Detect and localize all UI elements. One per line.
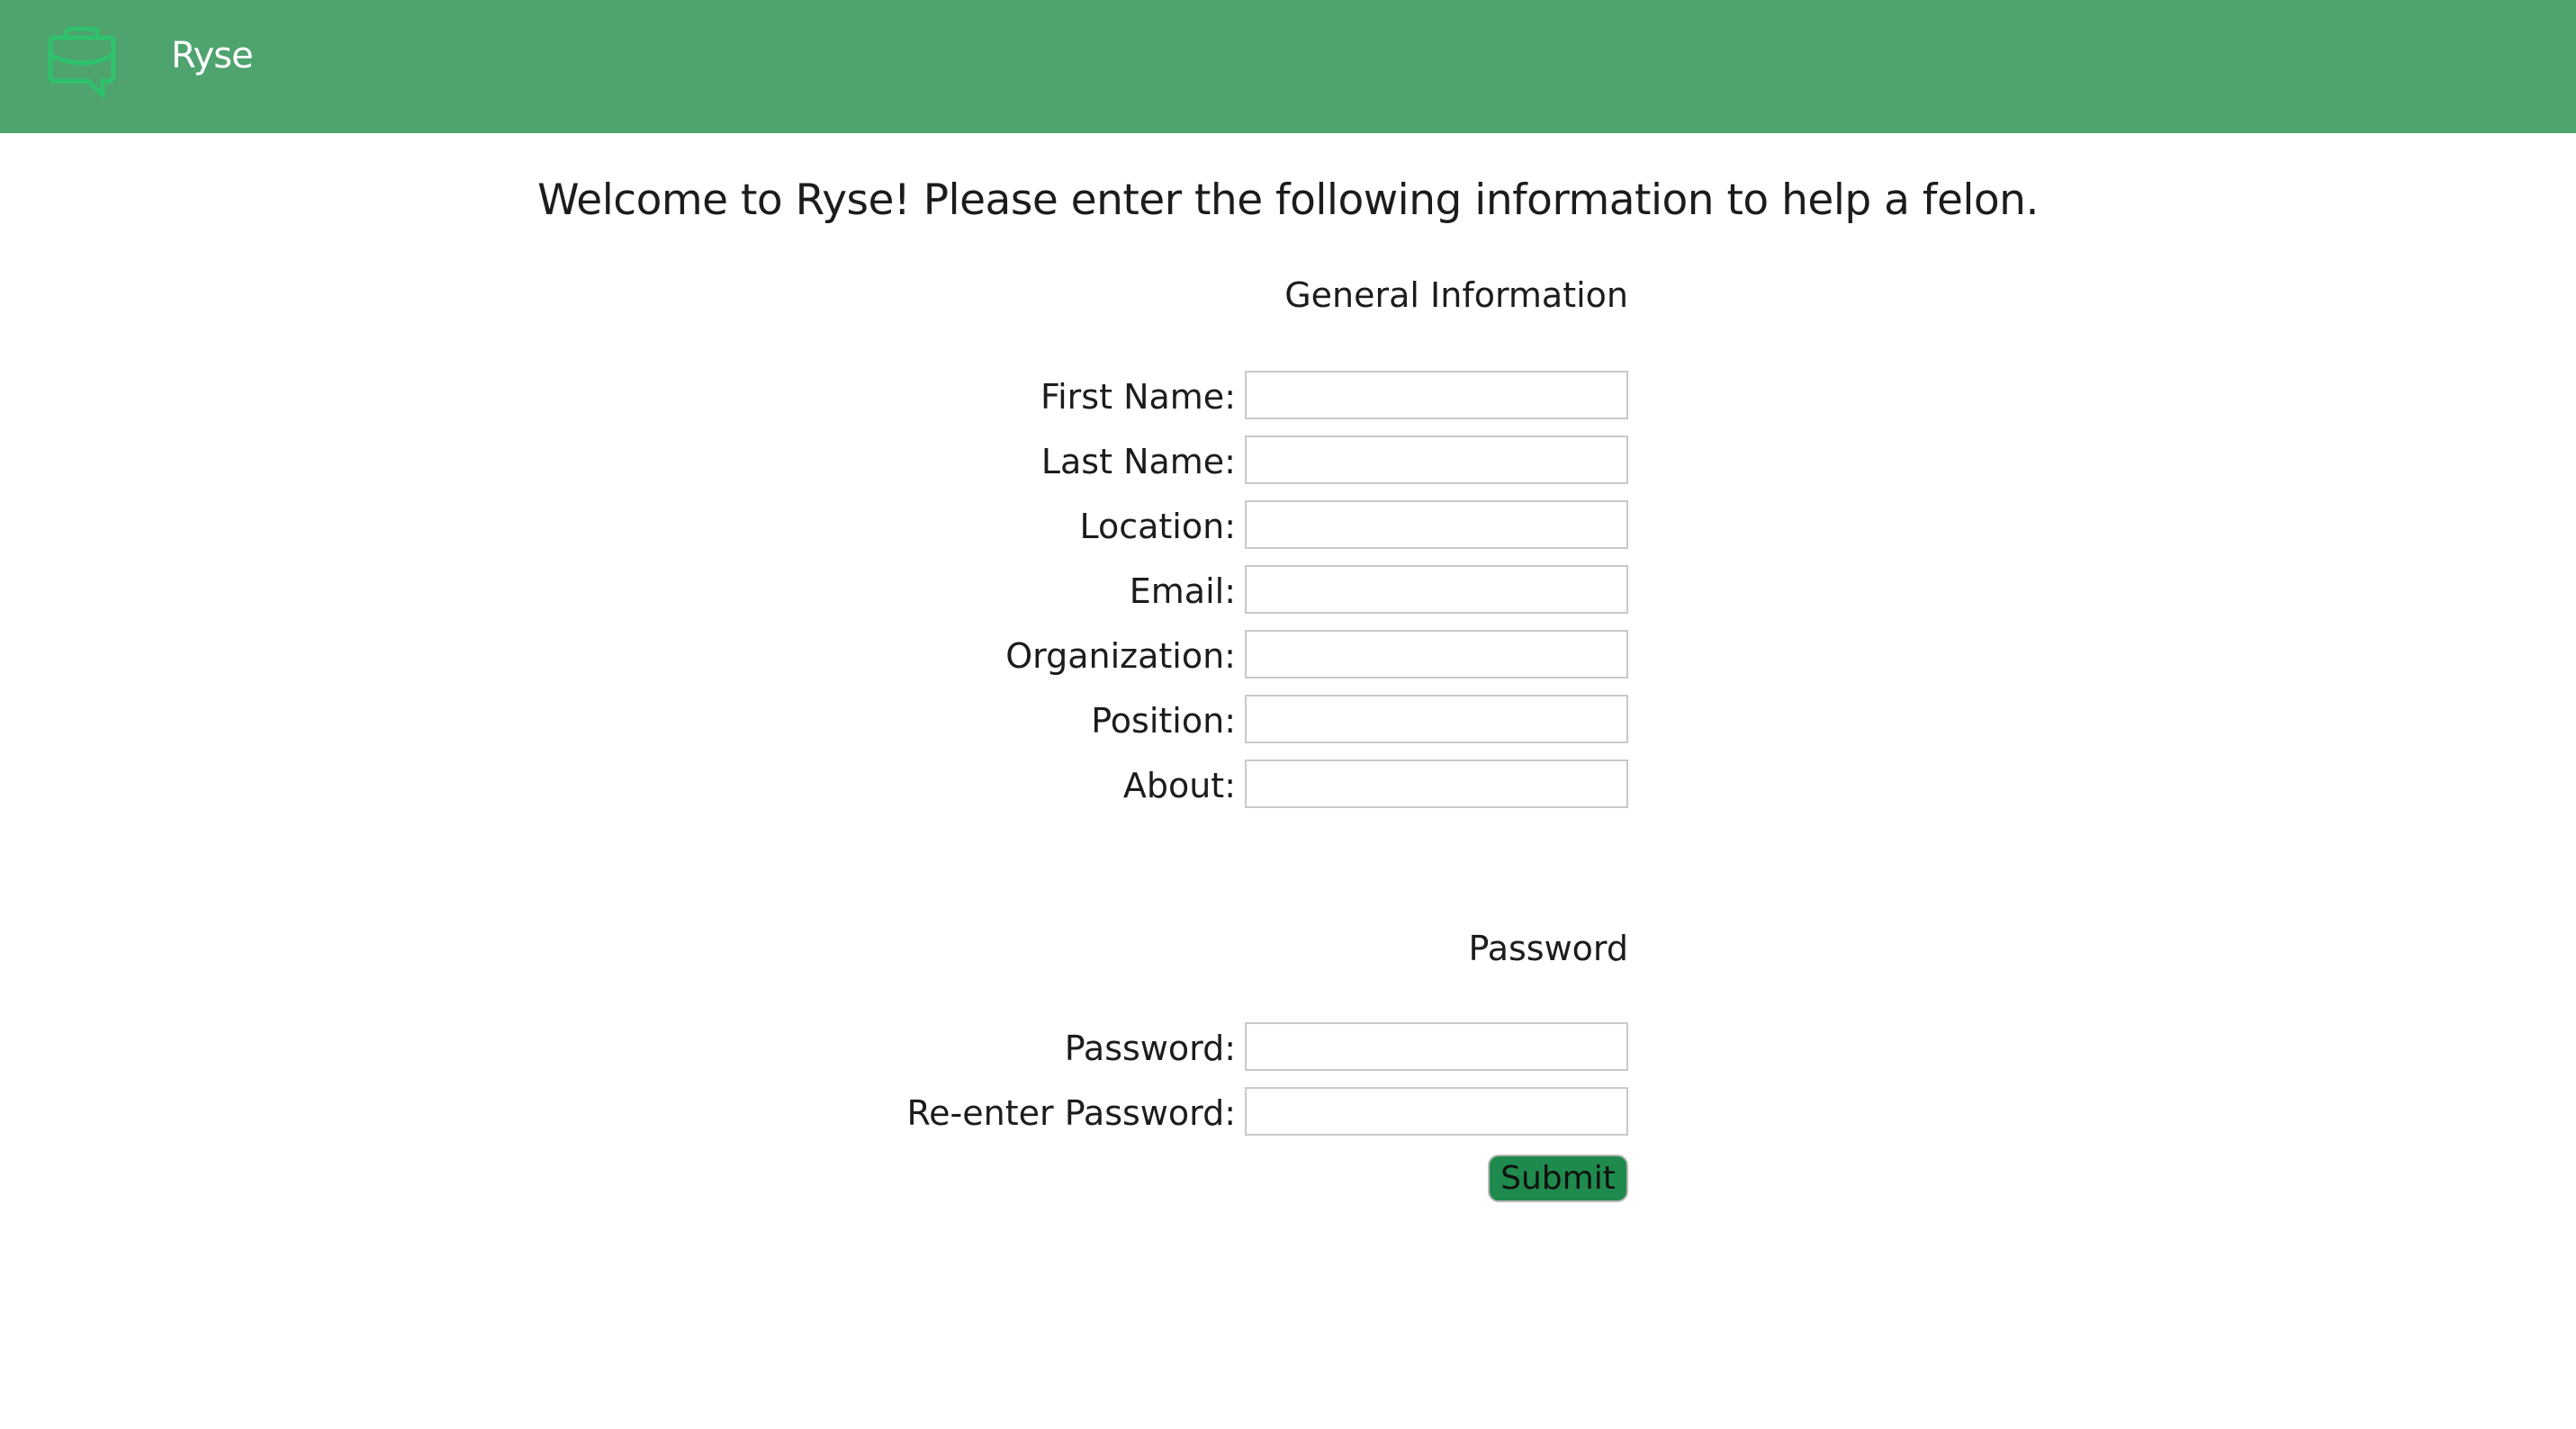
password-row: Password: bbox=[0, 1022, 2576, 1073]
organization-input[interactable] bbox=[1245, 630, 1628, 679]
brand-name[interactable]: Ryse bbox=[171, 31, 254, 81]
organization-row: Organization: bbox=[0, 630, 2576, 680]
reenter-password-input[interactable] bbox=[1245, 1087, 1628, 1136]
top-navbar: Ryse bbox=[0, 0, 2576, 133]
password-input[interactable] bbox=[1245, 1022, 1628, 1071]
email-input[interactable] bbox=[1245, 565, 1628, 614]
position-label: Position: bbox=[1091, 701, 1236, 741]
about-row: About: bbox=[0, 759, 2576, 810]
organization-label: Organization: bbox=[1005, 636, 1236, 676]
last-name-label: Last Name: bbox=[1040, 442, 1236, 481]
email-row: Email: bbox=[0, 565, 2576, 616]
about-label: About: bbox=[1122, 766, 1236, 805]
reenter-password-row: Re-enter Password: bbox=[0, 1087, 2576, 1137]
email-label: Email: bbox=[1129, 571, 1236, 611]
general-information-heading: General Information bbox=[1284, 275, 1628, 315]
location-label: Location: bbox=[1079, 507, 1236, 546]
about-input[interactable] bbox=[1245, 759, 1628, 808]
password-heading: Password bbox=[1468, 929, 1629, 968]
location-input[interactable] bbox=[1245, 500, 1628, 549]
submit-button[interactable]: Submit bbox=[1488, 1155, 1628, 1202]
password-label: Password: bbox=[1064, 1029, 1236, 1068]
last-name-row: Last Name: bbox=[0, 436, 2576, 486]
briefcase-chat-icon[interactable] bbox=[47, 25, 117, 103]
first-name-label: First Name: bbox=[1040, 377, 1236, 417]
reenter-password-label: Re-enter Password: bbox=[906, 1093, 1236, 1133]
location-row: Location: bbox=[0, 500, 2576, 551]
welcome-heading: Welcome to Ryse! Please enter the follow… bbox=[537, 175, 2039, 225]
first-name-row: First Name: bbox=[0, 371, 2576, 421]
first-name-input[interactable] bbox=[1245, 371, 1628, 419]
last-name-input[interactable] bbox=[1245, 436, 1628, 484]
position-input[interactable] bbox=[1245, 695, 1628, 743]
position-row: Position: bbox=[0, 695, 2576, 745]
